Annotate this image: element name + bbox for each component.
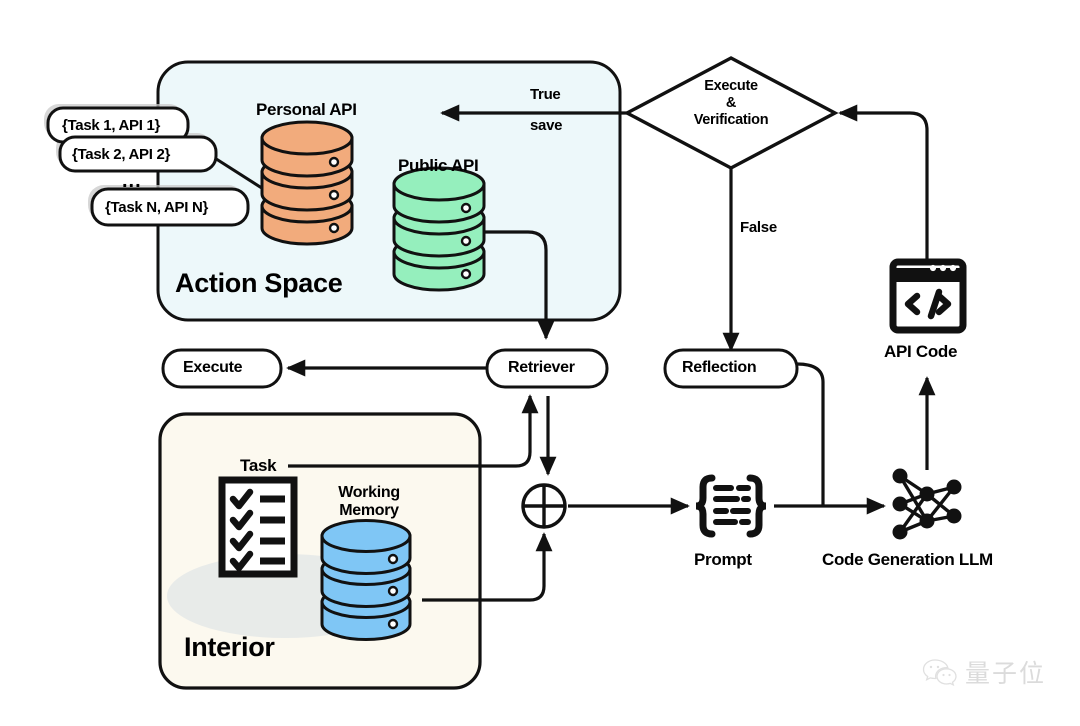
- task-cards-ellipsis: ...: [122, 170, 142, 192]
- api-code-label: API Code: [884, 342, 958, 361]
- code-generation-llm-label: Code Generation LLM: [822, 550, 993, 569]
- decision-line-3: Verification: [693, 112, 769, 129]
- personal-api-cylinder: [260, 120, 354, 246]
- checklist-icon: [218, 476, 298, 578]
- task-card-1-label: {Task 1, API 1}: [62, 117, 161, 134]
- code-window-icon: [889, 258, 967, 334]
- action-space-title: Action Space: [175, 268, 343, 298]
- interior-title: Interior: [184, 632, 275, 662]
- reflection-box-label: Reflection: [682, 359, 757, 376]
- task-card-2-label: {Task 2, API 2}: [72, 146, 171, 163]
- watermark-text: 量子位: [965, 659, 1047, 688]
- execute-box-label: Execute: [183, 359, 243, 376]
- watermark: 量子位: [922, 654, 1046, 690]
- working-memory-label-line2: Memory: [339, 502, 399, 520]
- task-label: Task: [240, 456, 277, 475]
- false-edge-label: False: [740, 219, 777, 236]
- api-code-to-diamond-edge: [838, 104, 929, 262]
- retriever-box-label: Retriever: [508, 359, 575, 376]
- save-edge-label: save: [530, 117, 563, 134]
- decision-line-1: Execute: [704, 78, 758, 94]
- public-api-label: Public API: [398, 156, 479, 175]
- personal-api-label: Personal API: [256, 100, 357, 119]
- working-memory-label-line1: Working: [338, 484, 400, 501]
- wechat-icon: [922, 659, 957, 687]
- prompt-label: Prompt: [694, 550, 752, 569]
- public-api-cylinder: [392, 166, 486, 292]
- reflection-to-prompt-line-edge: [796, 362, 825, 506]
- working-memory-label: Working Memory: [327, 484, 411, 521]
- task-card-n-label: {Task N, API N}: [105, 199, 209, 216]
- neural-network-icon: [892, 468, 962, 540]
- prompt-braces-icon: [695, 474, 767, 538]
- diagram-canvas: Action Space Interior Personal API Publi…: [0, 0, 1080, 726]
- decision-line-2: &: [725, 95, 737, 112]
- circle-plus-icon: [521, 483, 567, 529]
- working-memory-cylinder: [320, 519, 412, 641]
- execute-verification-label: Execute & Verification: [683, 78, 779, 129]
- true-edge-label: True: [530, 86, 561, 103]
